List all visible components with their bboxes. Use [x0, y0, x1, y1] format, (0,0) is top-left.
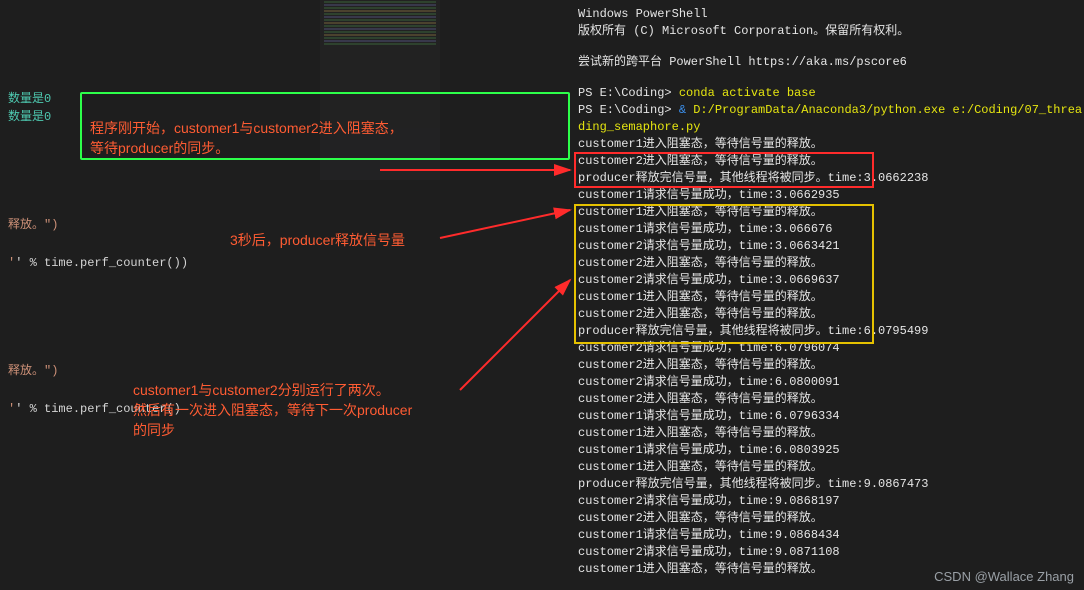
annotation-text-2: 3秒后，producer释放信号量 [230, 230, 530, 250]
annotation-text-3: customer1与customer2分别运行了两次。 然后有一次进入阻塞态，等… [133, 380, 533, 440]
terminal-line: customer2请求信号量成功，time:9.0871108 [578, 544, 1084, 561]
editor-panel: 数量是0 数量是0 释放。") '' % time.perf_counter()… [0, 0, 440, 590]
code-string: 释放。") [8, 218, 58, 232]
terminal-line: customer1进入阻塞态，等待信号量的释放。 [578, 136, 1084, 153]
annotation-box-yellow [574, 204, 874, 344]
terminal-line: customer1请求信号量成功，time:6.0796334 [578, 408, 1084, 425]
terminal-header: 尝试新的跨平台 PowerShell https://aka.ms/pscore… [578, 54, 1084, 71]
terminal-prompt: PS E:\Coding> & D:/ProgramData/Anaconda3… [578, 102, 1084, 136]
code-expr: ' % time.perf_counter()) [15, 256, 188, 270]
annotation-text-1: 程序刚开始，customer1与customer2进入阻塞态， 等待produc… [90, 118, 530, 158]
output-text: 数量是0 [8, 110, 51, 124]
terminal-line: producer释放完信号量，其他线程将被同步。time:9.0867473 [578, 476, 1084, 493]
terminal-line: customer1进入阻塞态，等待信号量的释放。 [578, 459, 1084, 476]
terminal-line: customer1请求信号量成功，time:3.0662935 [578, 187, 1084, 204]
terminal-line: customer1请求信号量成功，time:6.0803925 [578, 442, 1084, 459]
output-text: 数量是0 [8, 92, 51, 106]
terminal-header: 版权所有 (C) Microsoft Corporation。保留所有权利。 [578, 23, 1084, 40]
terminal-line: customer2进入阻塞态，等待信号量的释放。 [578, 391, 1084, 408]
watermark: CSDN @Wallace Zhang [934, 569, 1074, 584]
terminal-prompt: PS E:\Coding> conda activate base [578, 85, 1084, 102]
terminal-line: customer1进入阻塞态，等待信号量的释放。 [578, 425, 1084, 442]
terminal-line: customer2进入阻塞态，等待信号量的释放。 [578, 510, 1084, 527]
terminal-header: Windows PowerShell [578, 6, 1084, 23]
terminal-line: customer1请求信号量成功，time:9.0868434 [578, 527, 1084, 544]
annotation-box-red [574, 152, 874, 188]
code-string: 释放。") [8, 364, 58, 378]
terminal-line: customer2请求信号量成功，time:6.0800091 [578, 374, 1084, 391]
terminal-line: customer2进入阻塞态，等待信号量的释放。 [578, 357, 1084, 374]
terminal-line: customer2请求信号量成功，time:9.0868197 [578, 493, 1084, 510]
terminal-output: customer1进入阻塞态，等待信号量的释放。 customer2进入阻塞态，等… [578, 136, 1084, 578]
